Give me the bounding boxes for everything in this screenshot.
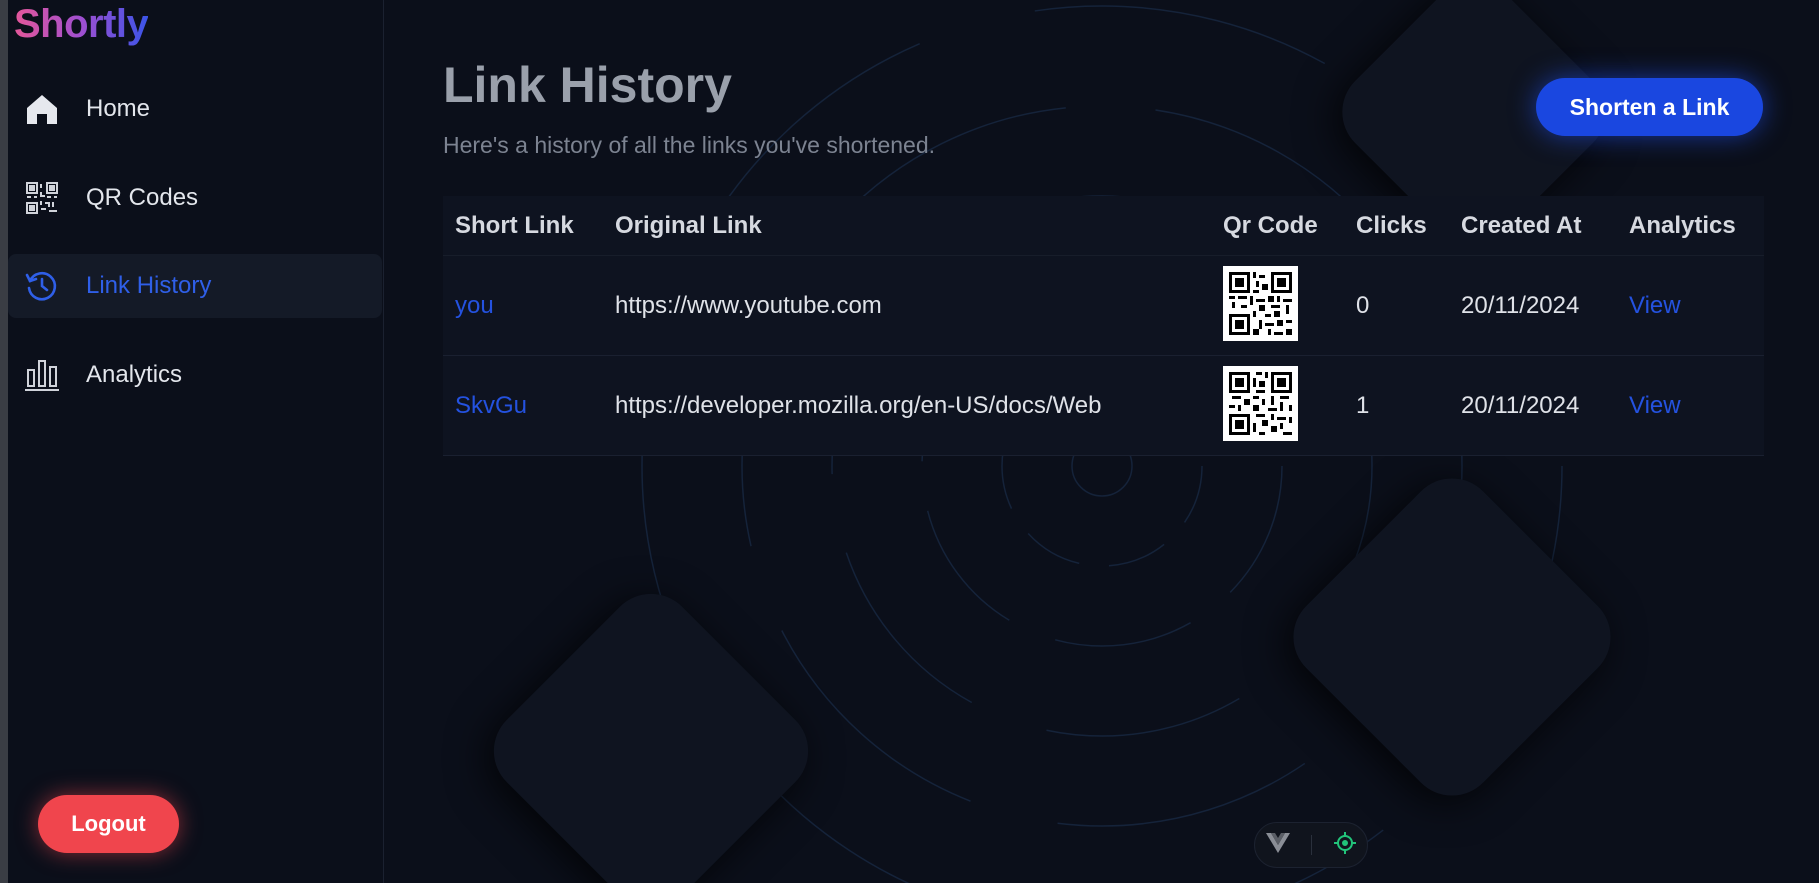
view-analytics-link[interactable]: View <box>1629 292 1681 320</box>
bar-chart-icon <box>22 355 62 395</box>
column-header: Clicks <box>1356 211 1427 239</box>
sidebar-item-label: Analytics <box>86 361 183 388</box>
link-history-table: Short Link Original Link Qr Code Clicks … <box>443 196 1764 456</box>
short-link[interactable]: you <box>455 292 494 320</box>
short-link[interactable]: SkvGu <box>455 392 527 420</box>
column-header: Analytics <box>1629 211 1736 239</box>
page-title: Link History <box>443 57 732 113</box>
sidebar-item-qr-codes[interactable]: QR Codes <box>8 166 382 230</box>
qr-code-icon <box>22 178 62 218</box>
created-date: 20/11/2024 <box>1461 391 1580 419</box>
click-count: 1 <box>1356 391 1370 419</box>
shorten-link-button[interactable]: Shorten a Link <box>1536 78 1763 136</box>
brand-logo[interactable]: Shortly <box>14 2 149 47</box>
vue-logo-icon[interactable] <box>1265 832 1291 859</box>
sidebar-item-label: Home <box>86 95 151 122</box>
qr-code-image[interactable] <box>1223 265 1298 346</box>
devtools-toggle-bar <box>1254 822 1368 868</box>
qr-code-image[interactable] <box>1223 365 1298 446</box>
logout-button[interactable]: Logout <box>38 795 179 853</box>
column-header: Created At <box>1461 211 1582 239</box>
sidebar-item-analytics[interactable]: Analytics <box>8 343 382 407</box>
target-icon[interactable] <box>1333 831 1357 860</box>
original-link: https://www.youtube.com <box>615 291 882 319</box>
main-content: Link History Here's a history of all the… <box>384 0 1819 883</box>
column-header: Short Link <box>455 211 574 239</box>
table-header-row: Short Link Original Link Qr Code Clicks … <box>443 196 1764 256</box>
sidebar-item-label: QR Codes <box>86 184 199 211</box>
sidebar: Shortly Home QR Codes Link History Analy… <box>8 0 384 883</box>
history-icon <box>22 266 62 306</box>
page-subtitle: Here's a history of all the links you've… <box>443 132 936 158</box>
window-edge <box>0 0 8 883</box>
divider <box>1311 835 1313 855</box>
sidebar-item-home[interactable]: Home <box>8 77 382 141</box>
click-count: 0 <box>1356 291 1370 319</box>
table-row: you https://www.youtube.com 0 20/11/2024… <box>443 256 1764 356</box>
column-header: Original Link <box>615 211 762 239</box>
home-icon <box>22 89 62 129</box>
view-analytics-link[interactable]: View <box>1629 392 1681 420</box>
sidebar-item-label: Link History <box>86 272 212 299</box>
table-row: SkvGu https://developer.mozilla.org/en-U… <box>443 356 1764 456</box>
column-header: Qr Code <box>1223 211 1318 239</box>
sidebar-item-link-history[interactable]: Link History <box>8 254 382 318</box>
original-link: https://developer.mozilla.org/en-US/docs… <box>615 391 1102 419</box>
created-date: 20/11/2024 <box>1461 291 1580 319</box>
